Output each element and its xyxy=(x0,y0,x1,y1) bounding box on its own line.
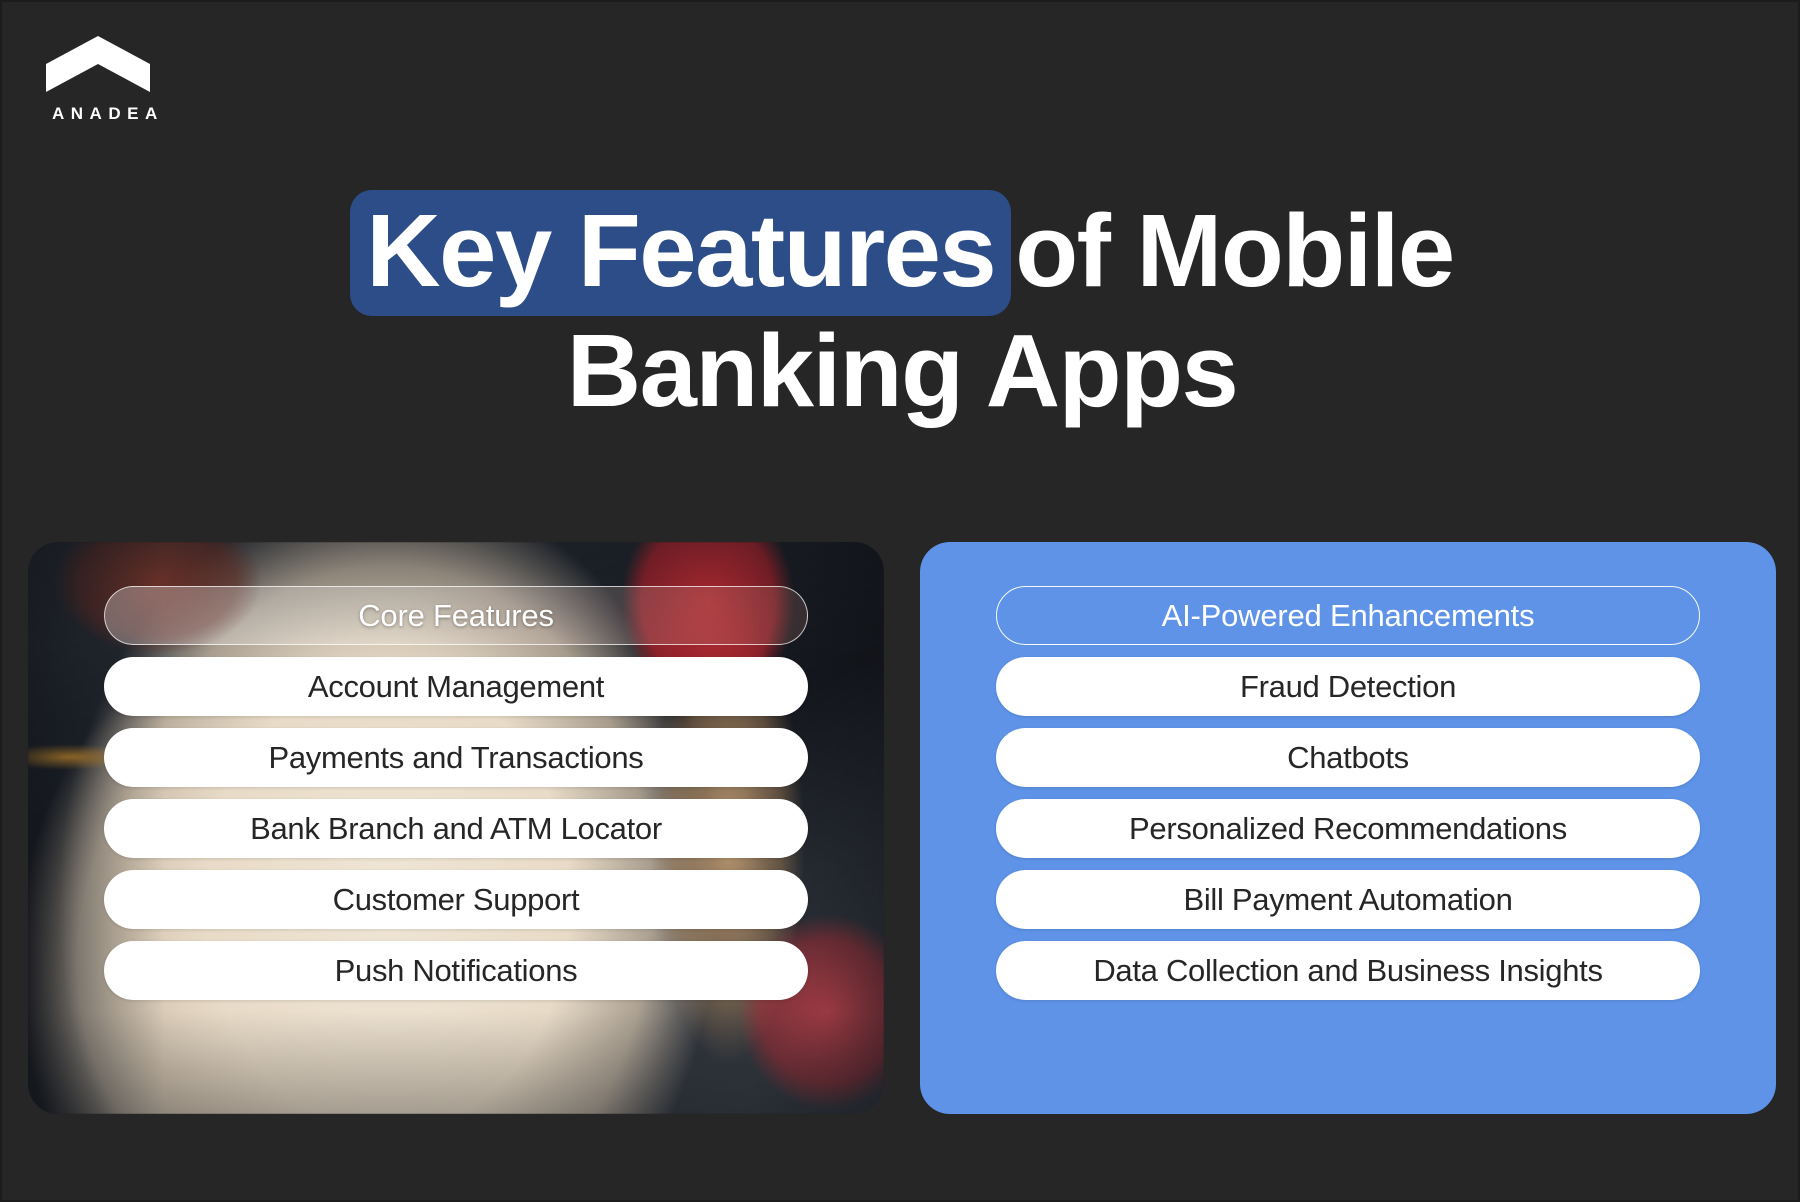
page-title-line-1: Key Features of Mobile xyxy=(2,190,1800,317)
list-item[interactable]: Data Collection and Business Insights xyxy=(996,941,1700,1000)
page-title: Key Features of Mobile Banking Apps xyxy=(2,190,1800,426)
list-item[interactable]: Fraud Detection xyxy=(996,657,1700,716)
card-core-features: Core Features Account Management Payment… xyxy=(28,542,884,1114)
card-header-ai-powered-enhancements: AI-Powered Enhancements xyxy=(996,586,1700,645)
ai-enhancements-list: AI-Powered Enhancements Fraud Detection … xyxy=(996,586,1700,1000)
page-title-line-1-rest: of Mobile xyxy=(1015,193,1455,308)
feature-cards-row: Core Features Account Management Payment… xyxy=(28,542,1776,1114)
list-item[interactable]: Account Management xyxy=(104,657,808,716)
list-item[interactable]: Bank Branch and ATM Locator xyxy=(104,799,808,858)
list-item[interactable]: Personalized Recommendations xyxy=(996,799,1700,858)
list-item[interactable]: Customer Support xyxy=(104,870,808,929)
page-title-highlight: Key Features xyxy=(350,190,1012,317)
chevron-roof-logo-icon xyxy=(46,36,150,92)
page-title-line-2: Banking Apps xyxy=(566,313,1239,429)
brand-wordmark: ANADEA xyxy=(52,104,164,123)
list-item[interactable]: Bill Payment Automation xyxy=(996,870,1700,929)
brand-logo: ANADEA xyxy=(46,34,162,124)
card-header-core-features: Core Features xyxy=(104,586,808,645)
list-item[interactable]: Payments and Transactions xyxy=(104,728,808,787)
card-ai-powered-enhancements: AI-Powered Enhancements Fraud Detection … xyxy=(920,542,1776,1114)
list-item[interactable]: Push Notifications xyxy=(104,941,808,1000)
core-features-list: Core Features Account Management Payment… xyxy=(104,586,808,1000)
list-item[interactable]: Chatbots xyxy=(996,728,1700,787)
